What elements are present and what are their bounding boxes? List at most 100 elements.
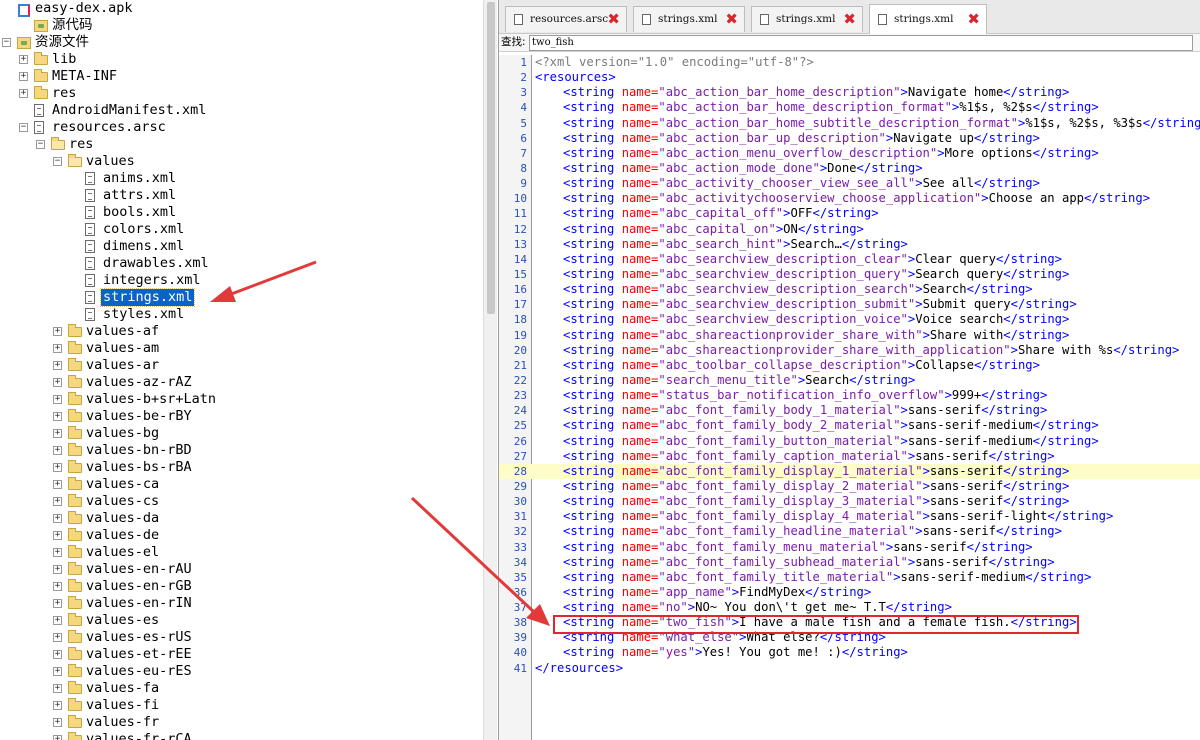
tree-item[interactable]: + values-af <box>0 323 480 340</box>
tree-item[interactable]: easy-dex.apk <box>0 0 480 17</box>
collapse-icon[interactable]: − <box>53 157 62 166</box>
code-line[interactable]: 20 <string name="abc_shareactionprovider_… <box>499 343 1200 358</box>
code-line[interactable]: 35 <string name="abc_font_family_title_ma… <box>499 570 1200 585</box>
tree-item[interactable]: integers.xml <box>0 272 480 289</box>
tree-item[interactable]: + values-ca <box>0 476 480 493</box>
tree-item[interactable]: + lib <box>0 51 480 68</box>
find-input[interactable]: two_fish <box>529 35 1193 51</box>
code-line[interactable]: 30 <string name="abc_font_family_display_… <box>499 494 1200 509</box>
tree-item[interactable]: + META-INF <box>0 68 480 85</box>
tree-item[interactable]: attrs.xml <box>0 187 480 204</box>
code-line[interactable]: 33 <string name="abc_font_family_menu_mat… <box>499 540 1200 555</box>
tree-item[interactable]: anims.xml <box>0 170 480 187</box>
tree-item[interactable]: + values-az-rAZ <box>0 374 480 391</box>
tree-item[interactable]: drawables.xml <box>0 255 480 272</box>
expand-icon[interactable]: + <box>53 378 62 387</box>
expand-icon[interactable]: + <box>53 667 62 676</box>
expand-icon[interactable]: + <box>53 531 62 540</box>
tree-item[interactable]: 源代码 <box>0 17 480 34</box>
code-line[interactable]: 10 <string name="abc_activitychooserview_… <box>499 191 1200 206</box>
expand-icon[interactable]: + <box>19 72 28 81</box>
expand-icon[interactable]: + <box>53 446 62 455</box>
expand-icon[interactable]: + <box>53 684 62 693</box>
tree-item[interactable]: + values-en-rIN <box>0 595 480 612</box>
close-icon[interactable]: ✖ <box>967 5 980 33</box>
expand-icon[interactable]: + <box>53 429 62 438</box>
expand-icon[interactable]: + <box>53 412 62 421</box>
expand-icon[interactable]: + <box>53 616 62 625</box>
tree-item[interactable]: + values-es-rUS <box>0 629 480 646</box>
tab-strings-xml-1[interactable]: strings.xml ✖ <box>633 6 745 32</box>
tree-item[interactable]: − resources.arsc <box>0 119 480 136</box>
code-line[interactable]: 11 <string name="abc_capital_off">OFF</st… <box>499 206 1200 221</box>
tree-item[interactable]: − values <box>0 153 480 170</box>
tree-item[interactable]: strings.xml <box>0 288 480 307</box>
tab-strings-xml-2[interactable]: strings.xml ✖ <box>751 6 863 32</box>
code-line[interactable]: 18 <string name="abc_searchview_descripti… <box>499 312 1200 327</box>
tree-item[interactable]: + values-am <box>0 340 480 357</box>
expand-icon[interactable]: + <box>53 633 62 642</box>
expand-icon[interactable]: + <box>53 718 62 727</box>
tree-item[interactable]: + values-cs <box>0 493 480 510</box>
code-line[interactable]: 13 <string name="abc_search_hint">Search…… <box>499 237 1200 252</box>
expand-icon[interactable]: + <box>53 650 62 659</box>
close-icon[interactable]: ✖ <box>843 7 856 31</box>
code-line[interactable]: 25 <string name="abc_font_family_body_2_m… <box>499 418 1200 433</box>
code-line[interactable]: 22 <string name="search_menu_title">Searc… <box>499 373 1200 388</box>
expand-icon[interactable]: + <box>53 735 62 740</box>
tree-item[interactable]: + values-fa <box>0 680 480 697</box>
tree-item[interactable]: + values-be-rBY <box>0 408 480 425</box>
expand-icon[interactable]: + <box>19 55 28 64</box>
expand-icon[interactable]: + <box>53 480 62 489</box>
code-line[interactable]: 29 <string name="abc_font_family_display_… <box>499 479 1200 494</box>
tree-item[interactable]: dimens.xml <box>0 238 480 255</box>
code-line[interactable]: 26 <string name="abc_font_family_button_m… <box>499 434 1200 449</box>
code-line[interactable]: 12 <string name="abc_capital_on">ON</stri… <box>499 222 1200 237</box>
code-line[interactable]: 4 <string name="abc_action_bar_home_descr… <box>499 100 1200 115</box>
expand-icon[interactable]: + <box>53 599 62 608</box>
expand-icon[interactable]: + <box>53 701 62 710</box>
expand-icon[interactable]: + <box>53 497 62 506</box>
tree-item[interactable]: + values-bg <box>0 425 480 442</box>
tree-item[interactable]: + values-en-rAU <box>0 561 480 578</box>
tree-item[interactable]: AndroidManifest.xml <box>0 102 480 119</box>
tree-item[interactable]: − res <box>0 136 480 153</box>
tree-item[interactable]: + res <box>0 85 480 102</box>
tree-item[interactable]: + values-de <box>0 527 480 544</box>
tree-scrollbar-thumb[interactable] <box>487 2 495 314</box>
expand-icon[interactable]: + <box>53 395 62 404</box>
tree-item[interactable]: + values-b+sr+Latn <box>0 391 480 408</box>
code-editor[interactable]: 1 <?xml version="1.0" encoding="utf-8"?> 2… <box>499 55 1200 740</box>
code-line[interactable]: 24 <string name="abc_font_family_body_1_m… <box>499 403 1200 418</box>
code-line[interactable]: 6 <string name="abc_action_bar_up_descrip… <box>499 131 1200 146</box>
collapse-icon[interactable]: − <box>19 123 28 132</box>
code-line[interactable]: 5 <string name="abc_action_bar_home_subti… <box>499 116 1200 131</box>
tree-item[interactable]: + values-bs-rBA <box>0 459 480 476</box>
tree-item[interactable]: + values-es <box>0 612 480 629</box>
code-line[interactable]: 14 <string name="abc_searchview_descripti… <box>499 252 1200 267</box>
code-line[interactable]: 40 <string name="yes">Yes! You got me! :)… <box>499 645 1200 660</box>
code-line[interactable]: 3 <string name="abc_action_bar_home_descr… <box>499 85 1200 100</box>
tree-item[interactable]: + values-da <box>0 510 480 527</box>
close-icon[interactable]: ✖ <box>607 7 620 31</box>
expand-icon[interactable]: + <box>53 361 62 370</box>
code-line[interactable]: 36 <string name="app_name">FindMyDex</str… <box>499 585 1200 600</box>
expand-icon[interactable]: + <box>53 548 62 557</box>
tree-item[interactable]: + values-fi <box>0 697 480 714</box>
expand-icon[interactable]: + <box>53 327 62 336</box>
collapse-icon[interactable]: − <box>2 38 11 47</box>
tab-resources-arsc[interactable]: resources.arsc ✖ <box>505 6 627 32</box>
code-line[interactable]: 23 <string name="status_bar_notification_… <box>499 388 1200 403</box>
code-line[interactable]: 17 <string name="abc_searchview_descripti… <box>499 297 1200 312</box>
code-line[interactable]: 16 <string name="abc_searchview_descripti… <box>499 282 1200 297</box>
close-icon[interactable]: ✖ <box>725 7 738 31</box>
code-line[interactable]: 37 <string name="no">NO~ You don\'t get m… <box>499 600 1200 615</box>
tree-item[interactable]: styles.xml <box>0 306 480 323</box>
tree-item[interactable]: + values-fr-rCA <box>0 731 480 740</box>
collapse-icon[interactable]: − <box>36 140 45 149</box>
expand-icon[interactable]: + <box>19 89 28 98</box>
code-line[interactable]: 9 <string name="abc_activity_chooser_view… <box>499 176 1200 191</box>
expand-icon[interactable]: + <box>53 463 62 472</box>
code-line[interactable]: 28 <string name="abc_font_family_display_… <box>499 463 1200 479</box>
expand-icon[interactable]: + <box>53 344 62 353</box>
